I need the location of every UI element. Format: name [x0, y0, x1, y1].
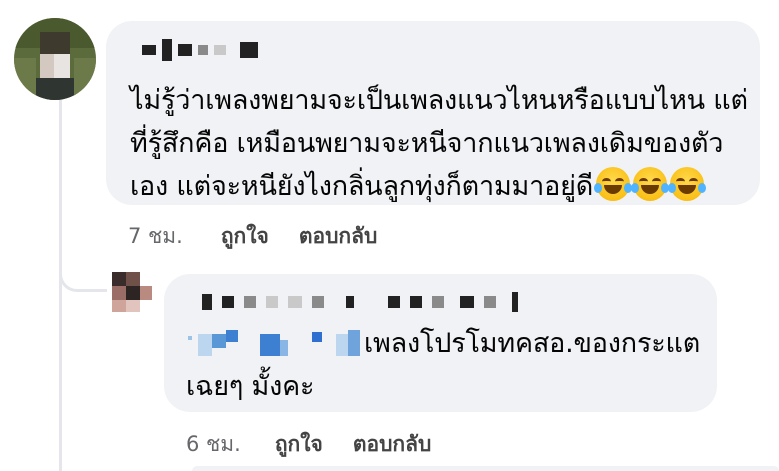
laughing-emoji-icon — [668, 167, 707, 201]
comment-bubble: ไม่รู้ว่าเพลงพยามจะเป็นเพลงแนวไหนหรือแบบ… — [106, 21, 760, 205]
avatar[interactable] — [112, 272, 152, 312]
author-name-redacted[interactable] — [142, 39, 258, 61]
comment-line: ไม่รู้ว่าเพลงพยามจะเป็นเพลงแนวไหนหรือแบบ… — [130, 85, 748, 116]
avatar[interactable] — [14, 18, 96, 100]
laughing-emoji-icon — [594, 167, 633, 201]
like-button[interactable]: ถูกใจ — [221, 220, 269, 253]
author-name-redacted[interactable] — [202, 292, 518, 312]
comment-line: เพลงโปรโมทคสอ.ของกระแต — [364, 328, 701, 359]
reply-text: เพลงโปรโมทคสอ.ของกระแต เฉยๆ มั้งคะ — [186, 322, 700, 408]
comment-line-text: เอง แต่จะหนียังไงกลิ่นลูกทุ่งก็ตามมาอยู่… — [130, 171, 594, 202]
reply-button[interactable]: ตอบกลับ — [353, 428, 432, 461]
reply-actions: 6 ชม. ถูกใจ ตอบกลับ — [186, 428, 461, 461]
timestamp[interactable]: 6 ชม. — [186, 428, 241, 461]
laughing-emoji-icon — [631, 167, 670, 201]
comment-text: ไม่รู้ว่าเพลงพยามจะเป็นเพลงแนวไหนหรือแบบ… — [130, 79, 748, 208]
next-comment-partial — [192, 466, 779, 471]
thread-line-branch — [59, 262, 107, 292]
comment-line: ที่รู้สึกคือ เหมือนพยามจะหนีจากแนวเพลงเด… — [130, 128, 724, 159]
like-button[interactable]: ถูกใจ — [275, 428, 323, 461]
timestamp[interactable]: 7 ชม. — [128, 220, 183, 253]
comment-line: เอง แต่จะหนียังไงกลิ่นลูกทุ่งก็ตามมาอยู่… — [130, 165, 748, 208]
reply-button[interactable]: ตอบกลับ — [299, 220, 378, 253]
reply-bubble: เพลงโปรโมทคสอ.ของกระแต เฉยๆ มั้งคะ — [164, 274, 717, 412]
comment-line: เฉยๆ มั้งคะ — [186, 371, 315, 402]
comment-actions: 7 ชม. ถูกใจ ตอบกลับ — [128, 220, 407, 253]
